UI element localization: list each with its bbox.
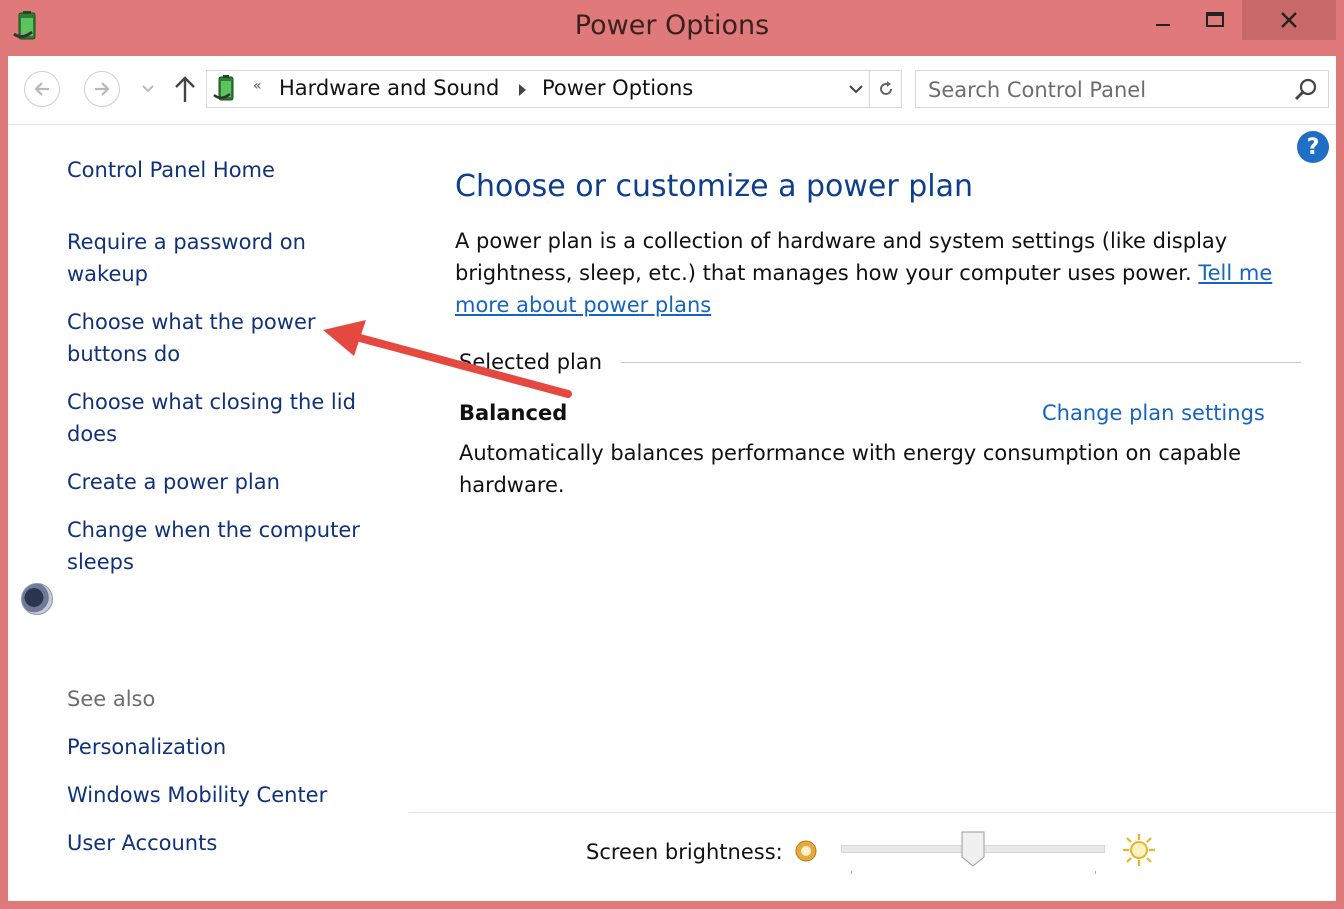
search-icon[interactable] [1294, 77, 1318, 101]
close-icon [1281, 12, 1297, 28]
tell-me-more-link[interactable]: Tell me [1198, 261, 1272, 285]
back-arrow-icon [34, 82, 49, 96]
title-bar[interactable]: Power Options [0, 0, 1344, 56]
recent-locations-chevron-icon[interactable] [138, 78, 158, 98]
closing-lid-link[interactable]: Choose what closing the lid does [67, 386, 397, 450]
description-line: brightness, sleep, etc.) that manages ho… [455, 257, 1295, 289]
breadcrumb-separator-icon[interactable] [519, 84, 526, 96]
user-accounts-link[interactable]: User Accounts [67, 827, 397, 859]
link-line: Choose what the power [67, 310, 316, 334]
forward-button[interactable] [84, 71, 120, 107]
personalization-link[interactable]: Personalization [67, 731, 397, 763]
moon-sleep-icon [21, 583, 53, 615]
brightness-label: Screen brightness: [586, 840, 783, 864]
change-plan-settings-link[interactable]: Change plan settings [1042, 401, 1265, 425]
plan-description-line: Automatically balances performance with … [459, 441, 1242, 465]
main-content: Choose or customize a power plan A power… [409, 124, 1336, 810]
power-buttons-link[interactable]: Choose what the power buttons do [67, 306, 397, 370]
forward-arrow-icon [95, 82, 110, 96]
maximize-icon [1206, 12, 1224, 27]
page-description: A power plan is a collection of hardware… [455, 225, 1295, 321]
tell-me-more-link-cont[interactable]: more about power plans [455, 293, 711, 317]
search-box[interactable] [915, 70, 1329, 109]
page-title: Choose or customize a power plan [455, 169, 974, 204]
link-line: Require a password on [67, 230, 306, 254]
up-arrow-icon[interactable] [172, 74, 198, 104]
minimize-icon [1156, 24, 1170, 26]
control-panel-home-link[interactable]: Control Panel Home [67, 154, 397, 186]
mobility-center-link[interactable]: Windows Mobility Center [67, 779, 397, 811]
link-line: wakeup [67, 262, 149, 286]
control-panel-content: « Hardware and Sound Power Options ? Con… [8, 56, 1336, 901]
minimize-button[interactable] [1138, 0, 1188, 40]
create-power-plan-link[interactable]: Create a power plan [67, 466, 397, 498]
close-button[interactable] [1242, 0, 1336, 40]
computer-sleeps-link[interactable]: Change when the computer sleeps [67, 514, 397, 578]
slider-tick [1095, 871, 1096, 874]
require-password-link[interactable]: Require a password on wakeup [67, 226, 397, 290]
chevron-down-icon[interactable] [847, 80, 865, 98]
battery-icon [213, 75, 234, 101]
selected-plan-heading: Selected plan [459, 350, 603, 374]
brightness-bar: Screen brightness: [409, 812, 1336, 902]
slider-tick [851, 871, 852, 874]
navigation-bar: « Hardware and Sound Power Options [8, 56, 1336, 125]
brightness-slider-thumb[interactable] [961, 831, 985, 867]
breadcrumb-overflow-icon[interactable]: « [253, 78, 262, 94]
link-line: sleeps [67, 550, 134, 574]
plan-description: Automatically balances performance with … [459, 437, 1299, 501]
description-line: A power plan is a collection of hardware… [455, 229, 1228, 253]
dim-brightness-icon [795, 840, 817, 862]
address-bar[interactable]: « Hardware and Sound Power Options [206, 70, 902, 108]
link-line: Choose what closing the lid [67, 390, 356, 414]
maximize-button[interactable] [1190, 0, 1240, 40]
link-line: Create a power plan [67, 470, 280, 494]
breadcrumb-hardware-and-sound[interactable]: Hardware and Sound [279, 76, 499, 100]
back-button[interactable] [24, 71, 60, 107]
bright-sun-icon [1123, 834, 1155, 866]
search-input[interactable] [916, 71, 1290, 109]
see-also-heading: See also [67, 687, 156, 711]
description-line: more about power plans [455, 289, 1295, 321]
link-line: does [67, 422, 118, 446]
refresh-button[interactable] [869, 71, 902, 107]
link-line: Change when the computer [67, 518, 360, 542]
link-line: buttons do [67, 342, 181, 366]
refresh-icon [880, 81, 892, 95]
plan-name: Balanced [459, 401, 568, 425]
section-divider [621, 362, 1301, 363]
description-text: brightness, sleep, etc.) that manages ho… [455, 261, 1192, 285]
breadcrumb-power-options[interactable]: Power Options [542, 76, 693, 100]
plan-description-line: hardware. [459, 473, 565, 497]
task-pane: Control Panel Home Require a password on… [8, 124, 408, 901]
power-options-window: Power Options « Hardware and Sound Power… [0, 0, 1344, 909]
